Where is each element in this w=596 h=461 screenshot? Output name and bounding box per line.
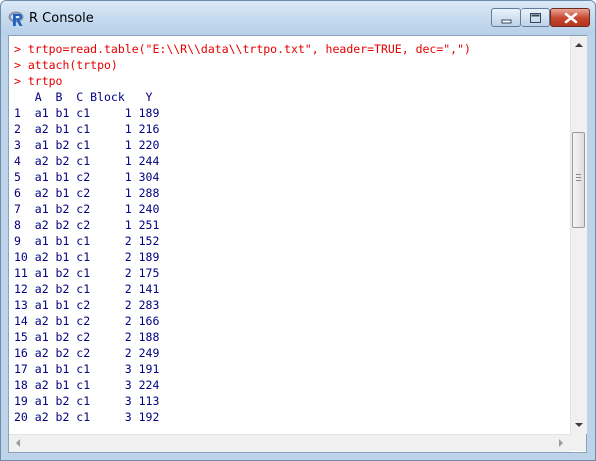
- command-line: > trtpo=read.table("E:\\R\\data\\trtpo.t…: [14, 42, 471, 56]
- console-client-area: > trtpo=read.table("E:\\R\\data\\trtpo.t…: [8, 35, 587, 453]
- output-line: 16 a2 b2 c2 2 249: [14, 346, 160, 360]
- output-line: 8 a2 b2 c2 1 251: [14, 218, 160, 232]
- output-line: 19 a1 b2 c1 3 113: [14, 394, 160, 408]
- command-line: > attach(trtpo): [14, 58, 118, 72]
- output-line: 17 a1 b1 c1 3 191: [14, 362, 160, 376]
- output-line: 18 a2 b1 c1 3 224: [14, 378, 160, 392]
- minimize-button[interactable]: [491, 8, 521, 27]
- output-line: 20 a2 b2 c1 3 192: [14, 410, 160, 424]
- r-logo-icon: [8, 11, 24, 26]
- close-button[interactable]: [550, 8, 590, 27]
- output-line: 9 a1 b1 c1 2 152: [14, 234, 160, 248]
- vertical-scroll-thumb[interactable]: [572, 132, 585, 228]
- thumb-grip: [576, 180, 581, 181]
- output-line: 7 a1 b2 c2 1 240: [14, 202, 160, 216]
- output-line: 10 a2 b1 c1 2 189: [14, 250, 160, 264]
- scrollbar-corner: [570, 434, 586, 451]
- maximize-button[interactable]: [521, 8, 550, 27]
- command-line: > trtpo: [14, 74, 63, 88]
- output-line: 6 a2 b1 c2 1 288: [14, 186, 160, 200]
- thumb-grip: [576, 177, 581, 178]
- minimize-icon: [501, 19, 512, 24]
- output-line: 15 a1 b2 c2 2 188: [14, 330, 160, 344]
- thumb-grip: [576, 174, 581, 175]
- scroll-down-icon[interactable]: [571, 417, 587, 433]
- output-line: 4 a2 b2 c1 1 244: [14, 154, 160, 168]
- output-line: A B C Block Y: [14, 90, 153, 104]
- scroll-right-icon[interactable]: [553, 435, 569, 451]
- output-line: 5 a1 b1 c2 1 304: [14, 170, 160, 184]
- output-line: 14 a2 b1 c2 2 166: [14, 314, 160, 328]
- output-line: 2 a2 b1 c1 1 216: [14, 122, 160, 136]
- output-line: 12 a2 b2 c1 2 141: [14, 282, 160, 296]
- console-output[interactable]: > trtpo=read.table("E:\\R\\data\\trtpo.t…: [9, 36, 570, 434]
- scroll-up-icon[interactable]: [571, 37, 587, 53]
- output-line: 11 a1 b2 c1 2 175: [14, 266, 160, 280]
- output-line: 13 a1 b1 c2 2 283: [14, 298, 160, 312]
- maximize-icon: [530, 13, 541, 23]
- r-console-window: R Console > trtpo=read.table("E:\\R\\dat…: [0, 0, 596, 461]
- close-icon: [564, 12, 578, 24]
- output-line: 3 a1 b2 c1 1 220: [14, 138, 160, 152]
- vertical-scrollbar[interactable]: [570, 36, 587, 434]
- horizontal-scrollbar[interactable]: [9, 434, 570, 452]
- title-bar[interactable]: R Console: [1, 1, 595, 35]
- window-title: R Console: [29, 11, 94, 26]
- output-line: 1 a1 b1 c1 1 189: [14, 106, 160, 120]
- scroll-left-icon[interactable]: [10, 435, 26, 451]
